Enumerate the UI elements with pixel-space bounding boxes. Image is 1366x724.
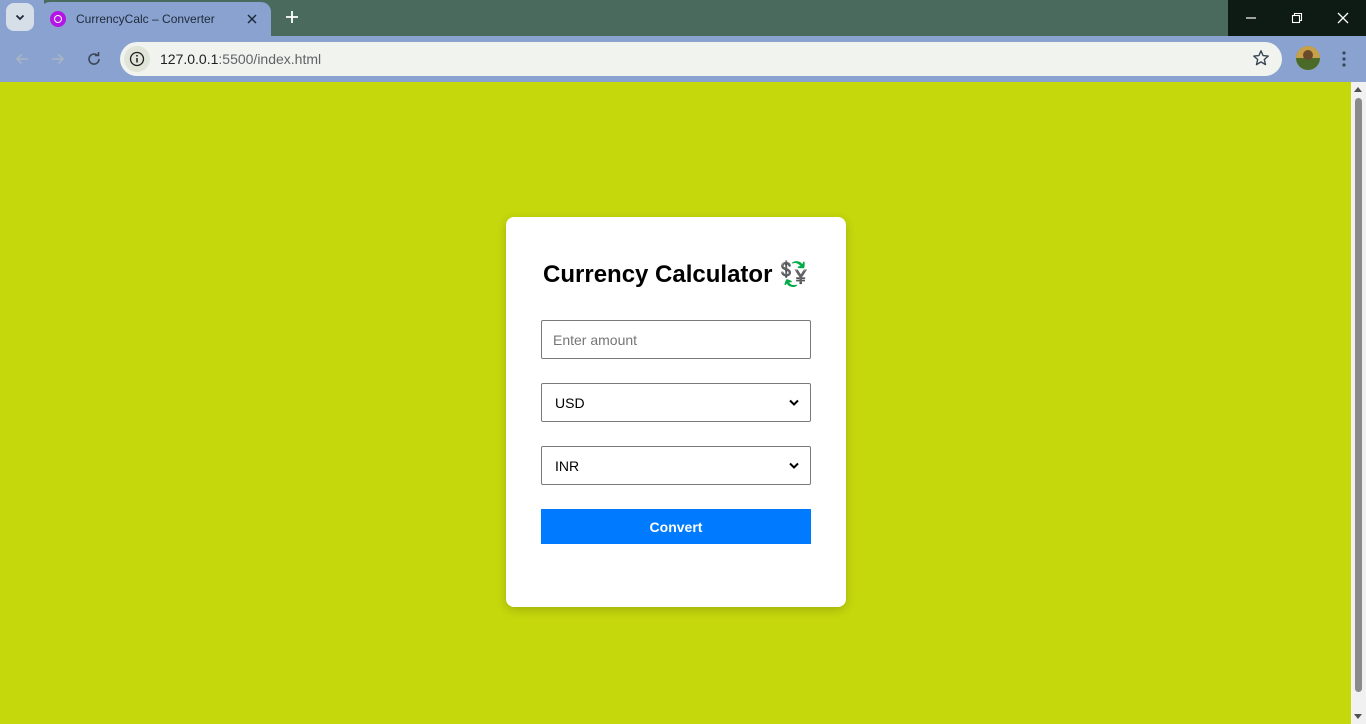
chevron-down-icon: [15, 14, 25, 21]
star-icon: [1253, 50, 1269, 66]
reload-button[interactable]: [80, 45, 108, 73]
restore-button[interactable]: [1274, 0, 1320, 36]
browser-toolbar: 127.0.0.1:5500/index.html: [0, 36, 1366, 82]
from-currency-value: USD: [555, 394, 585, 411]
site-info-button[interactable]: [124, 46, 150, 72]
restore-icon: [1291, 12, 1303, 24]
profile-avatar[interactable]: [1296, 46, 1320, 70]
tab-close-button[interactable]: [243, 10, 261, 28]
page-viewport: Currency Calculator 💱 Enter amount USD I…: [0, 82, 1351, 724]
scroll-thumb[interactable]: [1355, 98, 1362, 692]
info-icon: [129, 51, 145, 67]
more-vertical-icon: [1342, 51, 1346, 67]
arrow-left-icon: [15, 53, 28, 65]
to-currency-select[interactable]: INR: [541, 446, 811, 485]
amount-input[interactable]: Enter amount: [541, 320, 811, 359]
arrow-right-icon: [52, 53, 65, 65]
reload-icon: [88, 52, 100, 65]
tab-title: CurrencyCalc – Converter: [76, 12, 215, 26]
forward-button[interactable]: [44, 45, 72, 73]
new-tab-button[interactable]: [280, 5, 304, 29]
bookmark-button[interactable]: [1252, 49, 1270, 72]
browser-title-bar: CurrencyCalc – Converter: [0, 0, 1366, 36]
chevron-down-icon: [789, 462, 799, 469]
tab-search-button[interactable]: [6, 3, 34, 31]
url-path: :5500/index.html: [218, 51, 322, 67]
chevron-down-icon: [789, 399, 799, 406]
address-bar[interactable]: 127.0.0.1:5500/index.html: [120, 42, 1282, 76]
page-title: Currency Calculator 💱: [506, 260, 846, 289]
browser-menu-button[interactable]: [1334, 47, 1354, 71]
scroll-up-arrow[interactable]: [1354, 87, 1362, 92]
convert-button[interactable]: Convert: [541, 509, 811, 544]
minimize-icon: [1246, 17, 1256, 19]
favicon-icon: [50, 11, 66, 27]
close-icon: [247, 14, 257, 24]
back-button[interactable]: [8, 45, 36, 73]
money-exchange-icon: 💱: [779, 261, 809, 288]
plus-icon: [286, 11, 298, 23]
minimize-button[interactable]: [1228, 0, 1274, 36]
converter-card: Currency Calculator 💱 Enter amount USD I…: [506, 217, 846, 607]
url-text: 127.0.0.1:5500/index.html: [160, 51, 321, 67]
avatar-icon: [1296, 46, 1320, 70]
close-icon: [1337, 12, 1349, 24]
amount-placeholder: Enter amount: [553, 331, 638, 348]
close-window-button[interactable]: [1320, 0, 1366, 36]
scroll-down-arrow[interactable]: [1354, 714, 1362, 719]
browser-tab[interactable]: CurrencyCalc – Converter: [40, 2, 271, 36]
page-scrollbar[interactable]: [1351, 82, 1366, 724]
page-title-text: Currency Calculator: [543, 261, 773, 288]
to-currency-value: INR: [555, 457, 580, 474]
url-host: 127.0.0.1: [160, 51, 219, 67]
from-currency-select[interactable]: USD: [541, 383, 811, 422]
